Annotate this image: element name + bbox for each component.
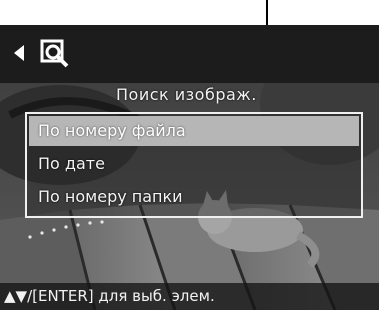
help-bar: ▲▼/[ENTER] для выб. элем. xyxy=(0,283,379,310)
help-text: ▲▼/[ENTER] для выб. элем. xyxy=(4,287,215,305)
menu-title: Поиск изображ. xyxy=(116,85,257,104)
search-options-menu: По номеру файла По дате По номеру папки xyxy=(25,112,363,218)
menu-item-by-date[interactable]: По дате xyxy=(29,149,359,179)
camera-lcd-screen: Поиск изображ. По номеру файла По дате П… xyxy=(0,25,379,310)
menu-item-by-folder-number[interactable]: По номеру папки xyxy=(29,182,359,212)
top-bar xyxy=(0,25,379,83)
menu-item-by-file-number[interactable]: По номеру файла xyxy=(29,116,359,146)
image-search-icon xyxy=(40,39,69,68)
left-triangle-icon[interactable] xyxy=(14,45,24,61)
